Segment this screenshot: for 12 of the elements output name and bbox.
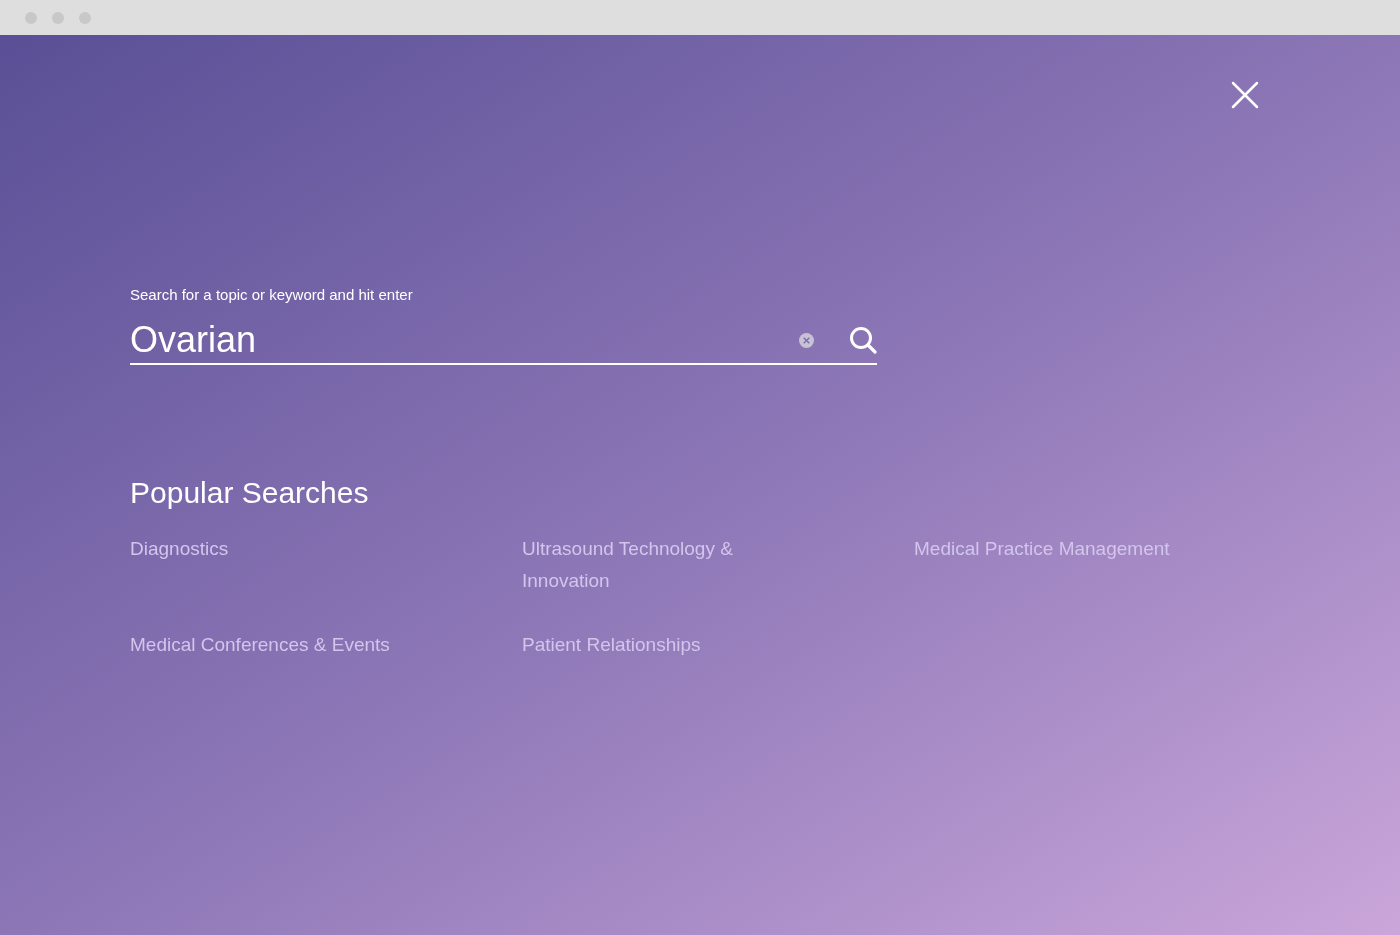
clear-icon[interactable] xyxy=(799,332,814,348)
popular-searches-heading: Popular Searches xyxy=(130,475,370,511)
close-icon[interactable] xyxy=(1230,80,1260,110)
popular-search-link[interactable]: Medical Practice Management xyxy=(914,533,1214,597)
popular-search-link[interactable]: Ultrasound Technology & Innovation xyxy=(522,533,822,597)
popular-search-link[interactable]: Medical Conferences & Events xyxy=(130,629,430,661)
search-hint: Search for a topic or keyword and hit enter xyxy=(130,285,414,305)
popular-search-link[interactable]: Diagnostics xyxy=(130,533,430,597)
search-icon[interactable] xyxy=(849,326,877,354)
search-input[interactable]: Ovarian xyxy=(130,318,799,362)
popular-search-link[interactable]: Patient Relationships xyxy=(522,629,822,661)
search-field[interactable]: Ovarian xyxy=(130,317,877,365)
